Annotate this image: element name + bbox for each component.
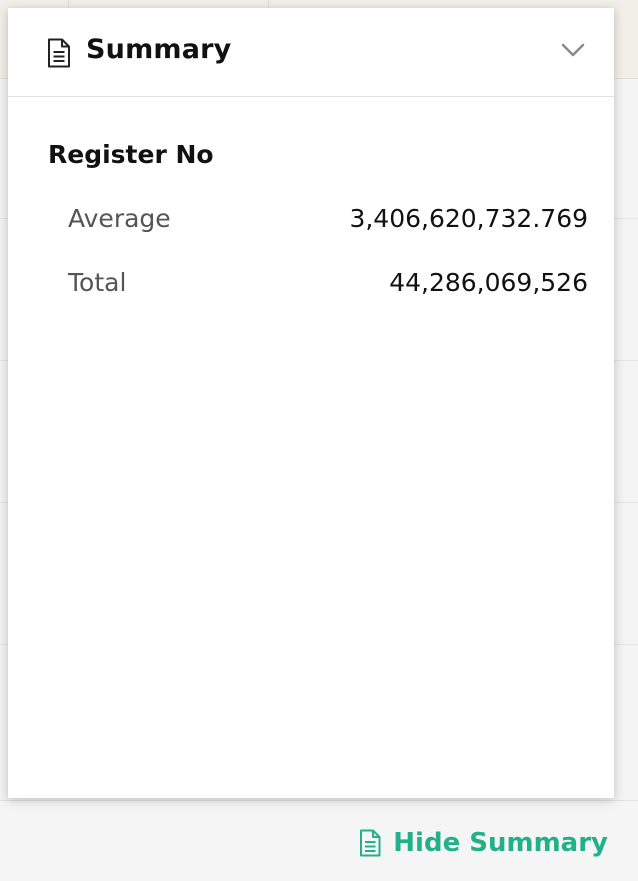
hide-summary-label: Hide Summary: [393, 828, 608, 858]
stat-row-total: Total 44,286,069,526: [68, 264, 588, 300]
document-icon: [47, 38, 71, 72]
hide-summary-button[interactable]: Hide Summary: [359, 826, 608, 860]
stat-label: Total: [68, 267, 127, 297]
chevron-down-icon[interactable]: [560, 42, 586, 62]
summary-panel: Summary Register No Average 3,406,620,73…: [8, 8, 614, 798]
register-no-heading: Register No: [48, 140, 214, 169]
stat-row-average: Average 3,406,620,732.769: [68, 200, 588, 236]
stat-value: 3,406,620,732.769: [349, 203, 588, 233]
document-icon: [359, 829, 381, 857]
summary-panel-header[interactable]: Summary: [8, 8, 614, 97]
stat-label: Average: [68, 203, 171, 233]
summary-title: Summary: [86, 34, 232, 65]
stat-value: 44,286,069,526: [389, 267, 588, 297]
